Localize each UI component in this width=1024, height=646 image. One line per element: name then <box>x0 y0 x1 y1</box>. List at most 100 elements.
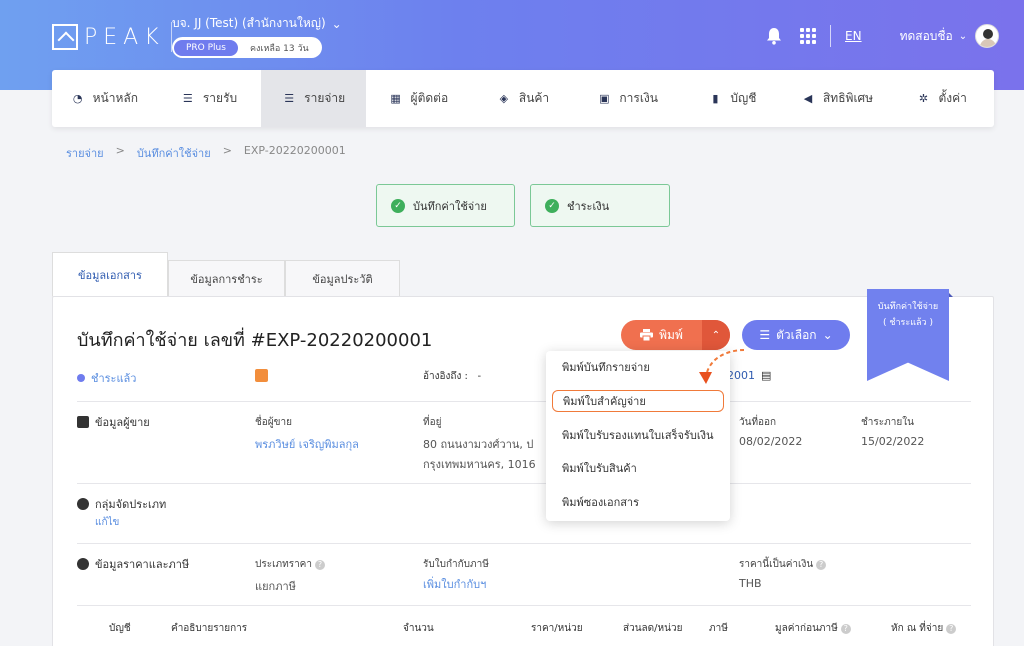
nav-label: การเงิน <box>619 91 658 105</box>
nav-label: ตั้งค่า <box>938 91 967 105</box>
company-name: บจ. JJ (Test) (สำนักงานใหญ่) <box>172 16 326 30</box>
print-label: พิมพ์ <box>659 327 683 342</box>
language-switch[interactable]: EN <box>845 29 862 43</box>
breadcrumb-current: EXP-20220200001 <box>243 144 346 157</box>
lock-icon <box>255 369 268 382</box>
nav-item-privileges[interactable]: ◀ สิทธิพิเศษ <box>785 70 890 127</box>
address-line-2: กรุงเทพมหานคร, 1016 <box>423 458 536 471</box>
tab-document-info[interactable]: ข้อมูลเอกสาร <box>52 252 168 297</box>
nav-item-settings[interactable]: ✲ ตั้งค่า <box>889 70 994 127</box>
nav-label: บัญชี <box>730 91 757 105</box>
options-button[interactable]: ☰ ตัวเลือก ⌄ <box>742 320 850 350</box>
tax-invoice-label: รับใบกำกับภาษี <box>423 559 489 570</box>
plan-badge: PRO Plus <box>174 39 238 56</box>
divider <box>77 605 971 606</box>
main-nav: ◔ หน้าหลัก ☰ รายรับ ☰ รายจ่าย ▦ ผู้ติดต่… <box>52 70 994 127</box>
nav-label: สิทธิพิเศษ <box>822 91 874 105</box>
help-icon[interactable]: ? <box>840 624 851 634</box>
pricing-section-heading: ข้อมูลราคาและภาษี <box>77 555 189 573</box>
check-circle-icon: ✓ <box>391 198 405 213</box>
avatar[interactable] <box>975 24 1000 48</box>
menu-item-print-receipt-substitute[interactable]: พิมพ์ใบรับรองแทนใบเสร็จรับเงิน <box>552 424 724 446</box>
classification-section-heading: กลุ่มจัดประเภท <box>77 495 166 513</box>
help-icon[interactable]: ? <box>314 560 325 570</box>
divider <box>77 483 971 484</box>
tab-payment-info[interactable]: ข้อมูลการชำระ <box>168 260 285 297</box>
ribbon-status: ( ชำระแล้ว ) <box>883 318 933 328</box>
menu-item-print-payment-voucher[interactable]: พิมพ์ใบสำคัญจ่าย <box>552 390 724 412</box>
building-icon: ▦ <box>390 92 401 105</box>
pie-chart-icon <box>77 498 89 510</box>
column-header: จำนวน <box>403 623 434 634</box>
logo-text: PEAK <box>84 24 165 50</box>
nav-label: หน้าหลัก <box>92 91 139 105</box>
help-icon[interactable]: ? <box>816 560 827 570</box>
column-header: ส่วนลด/หน่วย <box>623 623 683 634</box>
payment-status-label: ชำระแล้ว <box>91 372 137 385</box>
plan-days-left: คงเหลือ 13 วัน <box>249 43 309 54</box>
status-card-paid: ✓ ชำระเงิน <box>530 184 670 227</box>
currency-label: ราคานี้เป็นค่าเงิน? <box>739 557 827 572</box>
price-type-label-text: ประเภทราคา <box>255 559 312 570</box>
status-dot-icon <box>77 374 85 382</box>
reference-label: อ้างอิงถึง : <box>423 371 468 382</box>
box-icon: ◈ <box>499 92 509 105</box>
chevron-down-icon: ⌄ <box>822 328 833 342</box>
help-icon[interactable]: ? <box>946 624 957 634</box>
add-tax-invoice-link[interactable]: เพิ่มใบกำกับฯ <box>423 575 486 593</box>
column-header: บัญชี <box>109 623 131 634</box>
column-header: มูลค่าก่อนภาษี? <box>775 621 851 636</box>
nav-item-expense[interactable]: ☰ รายจ่าย <box>261 70 367 127</box>
building-icon <box>77 416 89 428</box>
status-ribbon: บันทึกค่าใช้จ่าย ( ชำระแล้ว ) <box>867 289 949 381</box>
menu-item-print-goods-receipt[interactable]: พิมพ์ใบรับสินค้า <box>552 457 724 479</box>
column-header: ราคา/หน่วย <box>531 623 583 634</box>
reference-value: - <box>477 371 482 382</box>
list-icon: ☰ <box>284 92 295 105</box>
currency-value: THB <box>739 577 762 590</box>
edit-classification-link[interactable]: แก้ไข <box>95 515 119 530</box>
chevron-down-icon[interactable]: ⌄ <box>959 31 967 42</box>
nav-item-contacts[interactable]: ▦ ผู้ติดต่อ <box>366 70 471 127</box>
nav-label: สินค้า <box>518 91 550 105</box>
divider <box>77 401 971 402</box>
tab-history[interactable]: ข้อมูลประวัติ <box>285 260 400 297</box>
company-selector[interactable]: บจ. JJ (Test) (สำนักงานใหญ่) ⌄ <box>172 14 342 33</box>
column-header: ภาษี <box>709 623 728 634</box>
document-panel: บันทึกค่าใช้จ่าย เลขที่ #EXP-20220200001… <box>52 289 994 646</box>
nav-label: รายจ่าย <box>304 91 346 105</box>
reference: อ้างอิงถึง : - <box>423 369 481 384</box>
apps-grid-icon[interactable] <box>800 28 816 44</box>
printer-icon[interactable]: ▤ <box>761 369 771 382</box>
page-title: บันทึกค่าใช้จ่าย เลขที่ #EXP-20220200001 <box>77 330 433 351</box>
menu-item-print-envelope[interactable]: พิมพ์ซองเอกสาร <box>552 491 724 513</box>
vendor-name-link[interactable]: พรภวิษย์ เจริญพิมลกุล <box>255 435 359 453</box>
nav-item-income[interactable]: ☰ รายรับ <box>157 70 262 127</box>
breadcrumb-expense-record[interactable]: บันทึกค่าใช้จ่าย <box>137 144 211 162</box>
megaphone-icon: ◀ <box>803 92 813 105</box>
percent-icon <box>77 558 89 570</box>
menu-icon: ☰ <box>759 328 771 342</box>
vendor-name-label: ชื่อผู้ขาย <box>255 417 292 428</box>
bell-icon[interactable] <box>766 27 782 45</box>
breadcrumb-expense[interactable]: รายจ่าย <box>66 144 104 162</box>
breadcrumb-separator: > <box>222 144 232 157</box>
nav-item-home[interactable]: ◔ หน้าหลัก <box>52 70 157 127</box>
document-tabs: ข้อมูลเอกสาร ข้อมูลการชำระ ข้อมูลประวัติ <box>52 252 400 297</box>
section-title: ข้อมูลราคาและภาษี <box>95 558 190 571</box>
column-header-text: หัก ณ ที่จ่าย <box>891 623 944 634</box>
nav-item-products[interactable]: ◈ สินค้า <box>471 70 576 127</box>
nav-item-finance[interactable]: ▣ การเงิน <box>575 70 680 127</box>
options-label: ตัวเลือก <box>776 327 817 342</box>
due-date-value: 15/02/2022 <box>861 435 925 448</box>
check-circle-icon: ✓ <box>545 198 559 213</box>
plan-pill: PRO Plus คงเหลือ 13 วัน <box>172 37 322 58</box>
chevron-down-icon: ⌄ <box>331 16 342 31</box>
user-name[interactable]: ทดสอบชื่อ <box>900 27 953 46</box>
issue-date-label: วันที่ออก <box>739 417 777 428</box>
book-icon: ▮ <box>712 92 719 105</box>
peak-logo[interactable]: PEAK <box>52 22 172 52</box>
due-date-label: ชำระภายใน <box>861 417 914 428</box>
column-header: หัก ณ ที่จ่าย? <box>891 621 957 636</box>
nav-item-accounting[interactable]: ▮ บัญชี <box>680 70 785 127</box>
